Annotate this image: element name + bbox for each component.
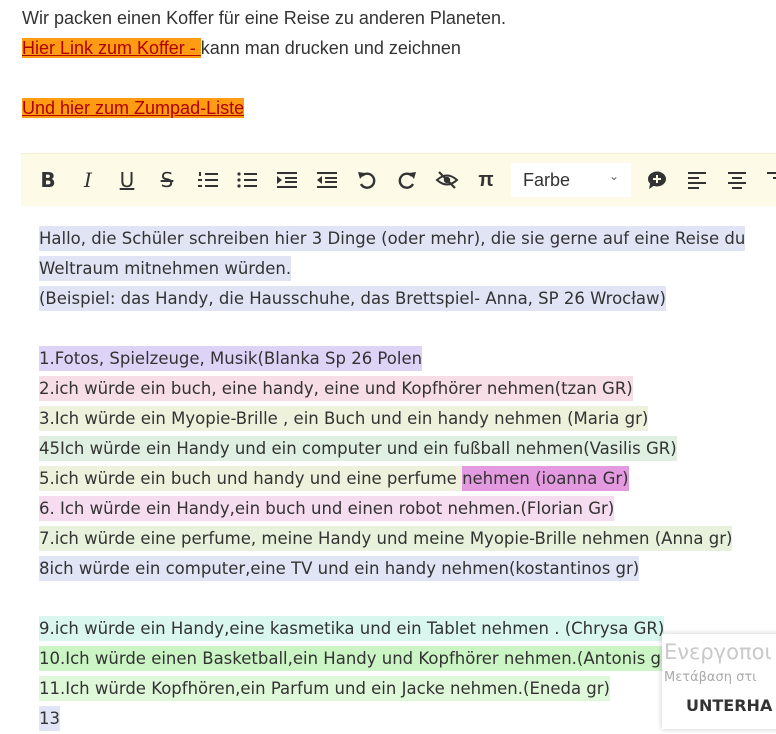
pad-line: 6. Ich würde ein Handy,ein buch und eine… bbox=[39, 494, 615, 524]
underline-button[interactable]: U bbox=[116, 162, 138, 198]
align-right-icon[interactable] bbox=[765, 162, 776, 198]
italic-button[interactable]: I bbox=[77, 162, 99, 198]
pad-line-text: 6. Ich würde ein Handy,ein buch und eine… bbox=[39, 496, 615, 521]
pad-line: 7.ich würde eine perfume, meine Handy un… bbox=[39, 524, 733, 554]
pad-line: 2.ich würde ein buch, eine handy, eine u… bbox=[39, 374, 633, 404]
pad-line: 8ich würde ein computer,eine TV und ein … bbox=[39, 554, 640, 584]
pad-line-text: Weltraum mitnehmen würden. bbox=[39, 256, 292, 281]
pad-line: 11.Ich würde Kopfhören,ein Parfum und ei… bbox=[39, 674, 610, 704]
outdent-icon[interactable] bbox=[315, 162, 339, 198]
pad-line-text: 3.Ich würde ein Myopie-Brille , ein Buch… bbox=[39, 406, 649, 431]
chevron-down-icon: ⌄ bbox=[608, 169, 619, 183]
pad-line-text: 11.Ich würde Kopfhören,ein Parfum und ei… bbox=[39, 676, 610, 701]
pad-line-text: 13 bbox=[39, 706, 60, 731]
pad-line: (Beispiel: das Handy, die Hausschuhe, da… bbox=[39, 284, 666, 314]
undo-icon[interactable] bbox=[355, 162, 379, 198]
pad-line-text: 2.ich würde ein buch, eine handy, eine u… bbox=[39, 376, 633, 401]
zumpad-list-link[interactable]: Und hier zum Zumpad-Liste bbox=[22, 98, 245, 118]
activation-toast: Ενεργοποι Μετάβαση στι UNTERHA bbox=[662, 634, 776, 729]
pad-line: 45Ich würde ein Handy und ein computer u… bbox=[39, 434, 677, 464]
pad-line-text: (Beispiel: das Handy, die Hausschuhe, da… bbox=[39, 286, 666, 311]
pad-line: Hallo, die Schüler schreiben hier 3 Ding… bbox=[39, 224, 746, 254]
pad-line: 3.Ich würde ein Myopie-Brille , ein Buch… bbox=[39, 404, 649, 434]
intro-line-2-rest: kann man drucken und zeichnen bbox=[200, 38, 461, 58]
pad-line: 1.Fotos, Spielzeuge, Musik(Blanka Sp 26 … bbox=[39, 344, 423, 374]
align-left-icon[interactable] bbox=[685, 162, 709, 198]
unordered-list-icon[interactable] bbox=[235, 162, 259, 198]
hide-authorship-icon[interactable] bbox=[434, 162, 460, 198]
intro-line-2: Hier Link zum Koffer - kann man drucken … bbox=[22, 38, 461, 59]
pad-line: 5.ich würde ein buch und handy und eine … bbox=[39, 464, 629, 494]
pi-button[interactable]: π bbox=[475, 162, 497, 198]
pad-line-text: 7.ich würde eine perfume, meine Handy un… bbox=[39, 526, 733, 551]
bold-button[interactable]: B bbox=[37, 162, 59, 198]
pad-line-text: 10.Ich würde einen Basketball,ein Handy … bbox=[39, 646, 675, 671]
redo-icon[interactable] bbox=[395, 162, 419, 198]
koffer-link[interactable]: Hier Link zum Koffer - bbox=[22, 38, 201, 58]
pad-line-text-highlight: nehmen (ioanna Gr) bbox=[462, 466, 629, 491]
editor-toolbar: B I U S π Farbe ⌄ bbox=[21, 153, 776, 206]
align-center-icon[interactable] bbox=[725, 162, 749, 198]
intro-line-3: Und hier zum Zumpad-Liste bbox=[22, 98, 245, 119]
toast-action-button[interactable]: UNTERHA bbox=[686, 696, 772, 715]
intro-line: Wir packen einen Koffer für eine Reise z… bbox=[22, 8, 506, 28]
ordered-list-icon[interactable] bbox=[196, 162, 220, 198]
pad-line: 9.ich würde ein Handy,eine kasmetika und… bbox=[39, 614, 665, 644]
toast-title: Ενεργοποι bbox=[664, 640, 772, 664]
color-select[interactable]: Farbe ⌄ bbox=[511, 163, 631, 197]
chat-icon[interactable] bbox=[645, 162, 669, 198]
pad-line-text: 45Ich würde ein Handy und ein computer u… bbox=[39, 436, 677, 461]
pad-line-text: 8ich würde ein computer,eine TV und ein … bbox=[39, 556, 640, 581]
pad-line-text: 9.ich würde ein Handy,eine kasmetika und… bbox=[39, 616, 665, 641]
color-select-value: Farbe bbox=[523, 169, 571, 190]
toast-subtitle: Μετάβαση στι bbox=[664, 670, 757, 685]
pad-line: 13 bbox=[39, 704, 60, 734]
pad-line-text: Hallo, die Schüler schreiben hier 3 Ding… bbox=[39, 226, 746, 251]
indent-icon[interactable] bbox=[275, 162, 299, 198]
pad-line: Weltraum mitnehmen würden. bbox=[39, 254, 292, 284]
strikethrough-button[interactable]: S bbox=[156, 162, 178, 198]
pad-line-text: 1.Fotos, Spielzeuge, Musik(Blanka Sp 26 … bbox=[39, 346, 423, 371]
pad-line: 10.Ich würde einen Basketball,ein Handy … bbox=[39, 644, 675, 674]
pad-line-text: 5.ich würde ein buch und handy und eine … bbox=[39, 466, 463, 491]
